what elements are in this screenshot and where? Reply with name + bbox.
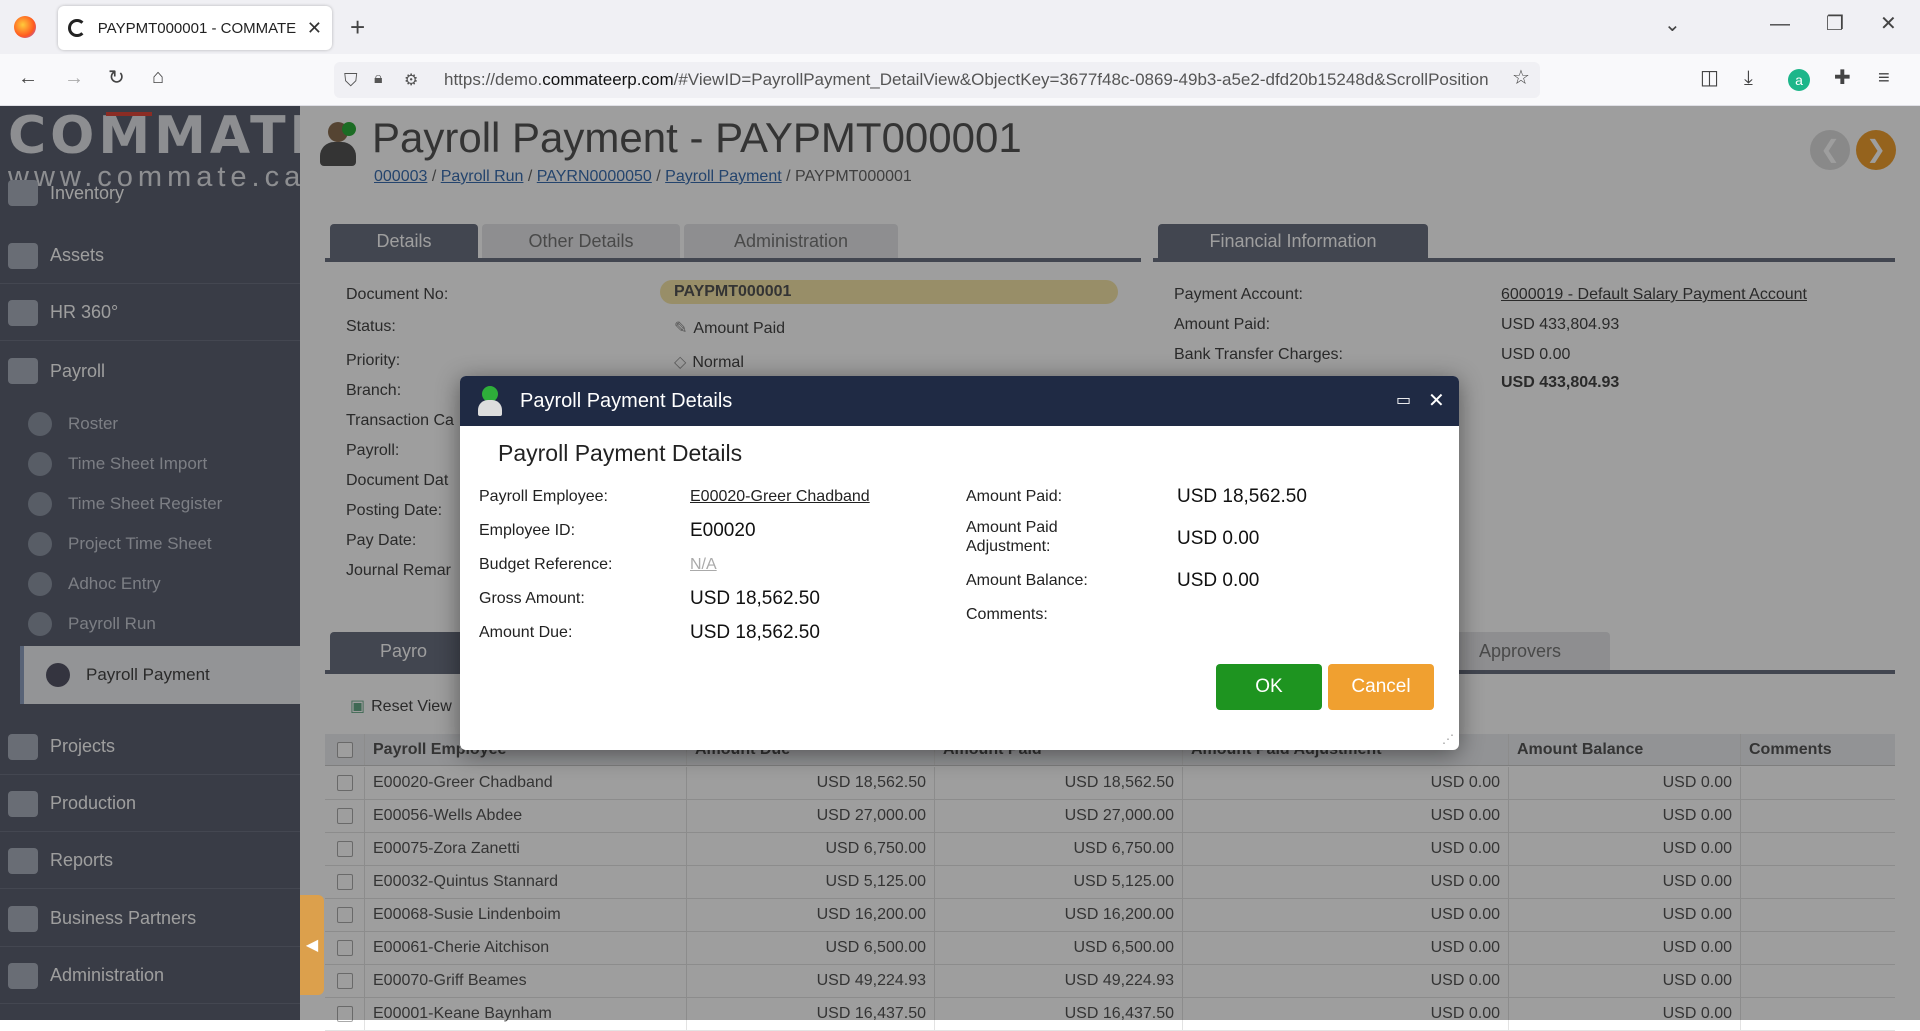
gross-amount-value: USD 18,562.50 bbox=[690, 588, 820, 609]
amount-paid-adjustment-value: USD 0.00 bbox=[1177, 528, 1260, 549]
payroll-payment-details-dialog: Payroll Payment Details ▭ ✕ Payroll Paym… bbox=[460, 376, 1459, 750]
dialog-title: Payroll Payment Details bbox=[520, 389, 733, 412]
home-icon[interactable]: ⌂ bbox=[152, 67, 164, 87]
list-tabs-chevron-icon[interactable]: ⌄ bbox=[1664, 15, 1681, 35]
close-window-icon[interactable]: ✕ bbox=[1880, 14, 1897, 34]
payroll-employee-label: Payroll Employee: bbox=[479, 488, 608, 505]
employee-id-label: Employee ID: bbox=[479, 522, 576, 539]
payroll-employee-link[interactable]: E00020-Greer Chadband bbox=[690, 488, 870, 506]
amount-paid-adjustment-label: Amount Paid Adjustment: bbox=[966, 518, 1058, 556]
close-tab-icon[interactable]: ✕ bbox=[307, 18, 322, 39]
amount-balance-value: USD 0.00 bbox=[1177, 570, 1260, 591]
restore-window-icon[interactable]: ❐ bbox=[1826, 14, 1844, 34]
downloads-icon[interactable]: ⤓ bbox=[1744, 68, 1753, 88]
amount-paid-value: USD 18,562.50 bbox=[1177, 486, 1307, 507]
ok-button[interactable]: OK bbox=[1216, 664, 1322, 710]
dialog-resize-grip-icon[interactable]: ⋰ bbox=[1442, 732, 1454, 746]
dialog-maximize-icon[interactable]: ▭ bbox=[1396, 390, 1411, 410]
browser-tab-title: PAYPMT000001 - COMMATE ERP bbox=[97, 19, 299, 37]
amount-balance-label: Amount Balance: bbox=[966, 572, 1088, 589]
new-tab-button[interactable]: + bbox=[350, 14, 365, 40]
cancel-button[interactable]: Cancel bbox=[1328, 664, 1434, 710]
sidebar-collapse-handle[interactable]: ◀ bbox=[300, 895, 324, 995]
dialog-heading: Payroll Payment Details bbox=[498, 440, 743, 466]
extensions-icon[interactable]: ✚ bbox=[1834, 68, 1851, 88]
amount-paid-label: Amount Paid: bbox=[966, 488, 1063, 505]
employee-id-value: E00020 bbox=[690, 520, 756, 541]
dialog-title-bar[interactable]: Payroll Payment Details ▭ ✕ bbox=[460, 376, 1459, 426]
gross-amount-label: Gross Amount: bbox=[479, 590, 585, 607]
menu-hamburger-icon[interactable]: ≡ bbox=[1878, 68, 1890, 88]
lock-icon[interactable]: 🔒︎ bbox=[374, 70, 383, 88]
url-path: /#ViewID=PayrollPayment_DetailView&Objec… bbox=[673, 70, 1489, 89]
back-arrow-icon[interactable]: ← bbox=[18, 68, 38, 88]
adj-label-line2: Adjustment: bbox=[966, 538, 1051, 555]
dialog-close-icon[interactable]: ✕ bbox=[1428, 388, 1445, 413]
amount-due-value: USD 18,562.50 bbox=[690, 622, 820, 643]
firefox-icon[interactable] bbox=[14, 16, 36, 38]
minimize-window-icon[interactable]: — bbox=[1770, 14, 1790, 34]
commate-favicon-icon bbox=[68, 19, 86, 37]
reload-icon[interactable]: ↻ bbox=[108, 68, 125, 88]
comments-label: Comments: bbox=[966, 606, 1048, 623]
pocket-icon[interactable]: ◫ bbox=[1700, 68, 1719, 88]
url-prefix: https://demo. bbox=[444, 70, 543, 89]
adj-label-line1: Amount Paid bbox=[966, 519, 1058, 536]
address-bar[interactable]: ⛉ 🔒︎ ⚙ https://demo. commateerp.com/#View… bbox=[334, 62, 1540, 98]
dialog-payroll-icon bbox=[478, 386, 506, 416]
account-avatar-icon[interactable]: a bbox=[1788, 69, 1810, 91]
url-domain: commateerp.com bbox=[542, 70, 674, 89]
permissions-icon[interactable]: ⚙ bbox=[404, 70, 418, 90]
bookmark-star-icon[interactable]: ☆ bbox=[1512, 68, 1530, 88]
amount-due-label: Amount Due: bbox=[479, 624, 573, 641]
browser-tab-active[interactable]: PAYPMT000001 - COMMATE ERP ✕ bbox=[58, 6, 332, 50]
budget-reference-value[interactable]: N/A bbox=[690, 556, 717, 574]
shield-icon[interactable]: ⛉ bbox=[344, 70, 358, 91]
browser-tab-bar: PAYPMT000001 - COMMATE ERP ✕ + ⌄ — ❐ ✕ bbox=[0, 0, 1920, 54]
budget-reference-label: Budget Reference: bbox=[479, 556, 613, 573]
forward-arrow-icon[interactable]: → bbox=[64, 68, 84, 88]
